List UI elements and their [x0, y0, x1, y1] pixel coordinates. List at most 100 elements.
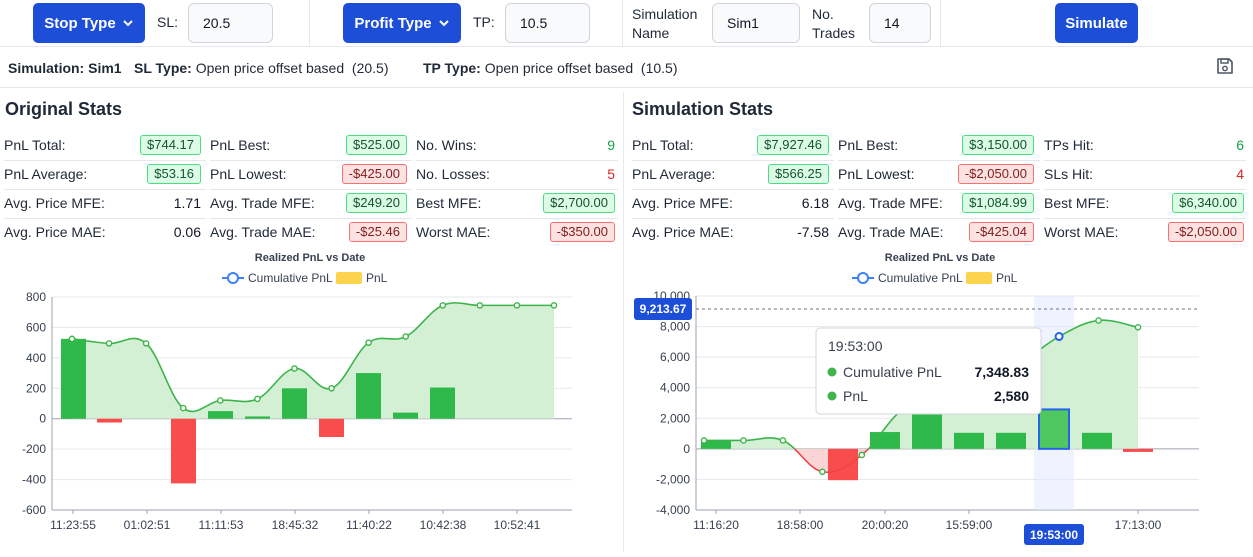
y-tick-label: -200 — [22, 442, 46, 456]
legend-label: PnL — [366, 271, 388, 285]
stat-label: Worst MAE: — [1044, 224, 1119, 240]
stat-divider — [838, 160, 1040, 161]
sl-info: SL Type: Open price offset based (20.5) — [134, 60, 389, 76]
divider — [940, 0, 941, 47]
cumulative-point — [858, 451, 866, 459]
pnl-bar — [319, 418, 344, 437]
chart-title: Realized PnL vs Date — [255, 252, 365, 264]
x-tick-label: 18:45:32 — [272, 518, 319, 532]
tooltip-value: 2,580 — [994, 388, 1029, 404]
simulation-info: Simulation: Sim1 SL Type: Open price off… — [0, 48, 1253, 88]
cumulative-point — [365, 339, 372, 346]
stat-value: 9 — [607, 137, 615, 153]
stat-value: $6,340.00 — [1172, 193, 1244, 213]
y-tick-label: -600 — [22, 503, 46, 517]
stat-value: -7.58 — [797, 224, 829, 240]
x-tick-label: 20:00:20 — [862, 518, 909, 532]
stop-type-dropdown[interactable]: Stop Type — [33, 3, 145, 43]
stat-divider — [838, 189, 1040, 190]
tooltip-value: 7,348.83 — [975, 364, 1030, 380]
stat-value: -$2,050.00 — [957, 164, 1034, 184]
stat-value: $7,927.46 — [757, 135, 829, 155]
cumulative-point — [779, 437, 787, 444]
stat-label: Worst MAE: — [416, 224, 491, 240]
sl-input[interactable]: 20.5 — [188, 3, 273, 43]
stat-divider — [632, 218, 834, 219]
cumulative-point — [550, 302, 558, 309]
sim-name-input[interactable]: Sim1 — [712, 3, 800, 43]
legend-bar-swatch — [336, 272, 362, 284]
stat-divider — [4, 218, 206, 219]
stat-divider — [1044, 189, 1246, 190]
stat-label: Avg. Price MFE: — [4, 195, 105, 211]
stat-divider — [4, 189, 206, 190]
y-tick-label: 600 — [26, 320, 46, 334]
stat-label: No. Losses: — [416, 166, 490, 182]
simulation-pnl-chart[interactable]: Realized PnL vs DateCumulative PnL PnL10,… — [626, 248, 1253, 548]
chart-title: Realized PnL vs Date — [885, 252, 995, 264]
tooltip-dot — [827, 391, 837, 401]
stat-value: $2,700.00 — [543, 193, 615, 213]
stat-label: Avg. Price MFE: — [632, 195, 733, 211]
stat-label: Avg. Trade MAE: — [210, 224, 316, 240]
stat-label: TPs Hit: — [1044, 137, 1094, 153]
stat-divider — [416, 218, 618, 219]
stat-value: 4 — [1236, 166, 1244, 182]
cumulative-point — [1095, 317, 1102, 324]
cumulative-point — [254, 395, 261, 403]
stat-value: 5 — [607, 166, 615, 182]
save-icon[interactable] — [1216, 57, 1234, 75]
pnl-bar — [996, 432, 1026, 449]
stat-label: No. Wins: — [416, 137, 477, 153]
original-pnl-chart[interactable]: Realized PnL vs Date Cumulative PnL PnL 800… — [0, 248, 620, 548]
top-toolbar: Stop Type SL: 20.5 Profit Type TP: 10.5 … — [0, 0, 1253, 47]
stat-value: 6.18 — [801, 195, 829, 211]
stat-value: $1,084.99 — [962, 193, 1034, 213]
profit-type-label: Profit Type — [354, 14, 432, 32]
trades-input[interactable]: 14 — [869, 3, 931, 43]
pnl-bar — [208, 411, 233, 419]
pnl-bar — [954, 432, 984, 449]
stat-divider — [1044, 218, 1246, 219]
stat-value: $744.17 — [140, 135, 201, 155]
x-tick-label: 01:02:51 — [124, 518, 171, 532]
cumulative-point — [291, 365, 298, 372]
tp-label: TP: — [473, 14, 495, 30]
legend-label: PnL — [996, 271, 1018, 285]
pnl-bar — [171, 418, 196, 484]
stat-label: Best MFE: — [416, 195, 482, 211]
x-crosshair-label: 19:53:00 — [1030, 528, 1078, 542]
y-tick-label: -2,000 — [656, 472, 690, 486]
simulate-button[interactable]: Simulate — [1055, 3, 1138, 43]
tooltip-title: 19:53:00 — [828, 338, 883, 354]
stat-label: PnL Average: — [4, 166, 88, 182]
y-tick-label: -4,000 — [656, 503, 690, 517]
x-tick-label: 17:13:00 — [1115, 518, 1162, 532]
cumulative-point — [740, 437, 747, 444]
stat-divider — [210, 218, 412, 219]
cumulative-point — [105, 340, 113, 347]
divider — [622, 0, 623, 47]
x-tick-label: 11:40:22 — [346, 518, 392, 532]
tooltip-label: Cumulative PnL — [843, 364, 942, 380]
pnl-bar — [245, 416, 270, 419]
tp-input[interactable]: 10.5 — [505, 3, 590, 43]
x-tick-label: 15:59:00 — [946, 518, 993, 532]
stat-label: PnL Lowest: — [210, 166, 287, 182]
pnl-bar — [393, 412, 418, 419]
y-tick-label: 0 — [39, 412, 46, 426]
profit-type-dropdown[interactable]: Profit Type — [343, 3, 461, 43]
y-tick-label: 800 — [26, 290, 46, 304]
stat-divider — [632, 189, 834, 190]
stat-value: $249.20 — [346, 193, 407, 213]
pnl-bar — [1123, 448, 1153, 452]
pnl-bar — [61, 338, 86, 419]
stat-value: -$25.46 — [348, 222, 407, 242]
pnl-bar — [1038, 408, 1070, 450]
legend-bar-swatch — [966, 272, 992, 284]
cumulative-point — [217, 397, 224, 404]
tooltip-dot — [827, 367, 837, 377]
stat-divider — [1044, 160, 1246, 161]
stat-label: Avg. Trade MAE: — [838, 224, 944, 240]
stat-label: PnL Best: — [838, 137, 899, 153]
